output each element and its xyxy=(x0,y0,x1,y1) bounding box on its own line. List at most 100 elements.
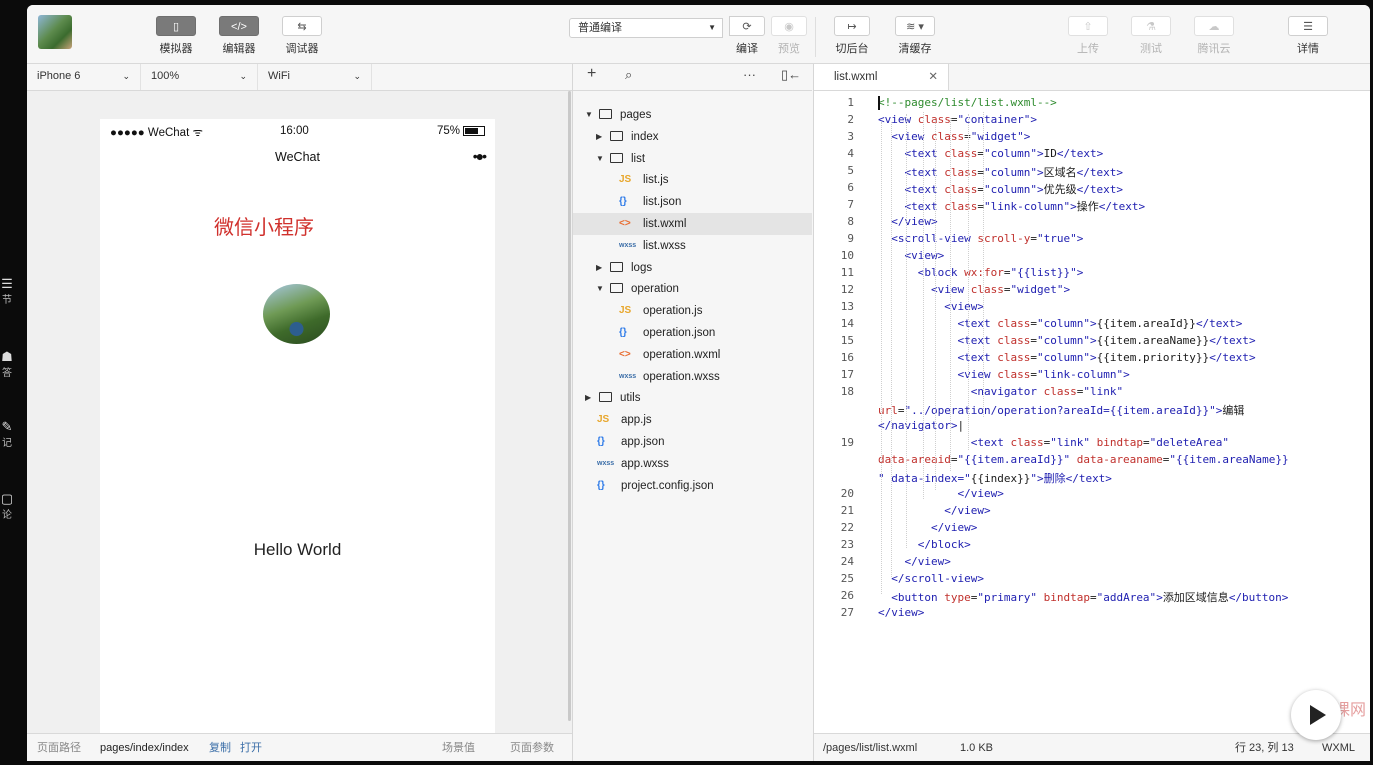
copy-path-link[interactable]: 复制 xyxy=(209,734,231,761)
open-path-link[interactable]: 打开 xyxy=(240,734,262,761)
tree-item-list-js[interactable]: JS list.js xyxy=(573,169,812,191)
tree-item-operation-wxss[interactable]: wxss operation.wxss xyxy=(573,366,812,388)
upload-button[interactable]: ⇧ 上传 xyxy=(1062,16,1114,56)
code-line[interactable]: </view> xyxy=(878,606,924,619)
tree-item-index[interactable]: ▶ index xyxy=(573,126,812,148)
debugger-toggle[interactable]: ⇆ 调试器 xyxy=(276,16,328,56)
details-button[interactable]: ☰ 详情 xyxy=(1282,16,1334,56)
chevron-down-icon[interactable]: ▼ xyxy=(596,278,604,300)
compile-mode-select[interactable]: 普通编译 ▼ xyxy=(569,18,723,38)
page-params-button[interactable]: 页面参数 xyxy=(510,734,554,761)
simulator-scrollbar[interactable] xyxy=(568,91,571,721)
search-icon[interactable]: ⌕ xyxy=(625,67,632,83)
language-mode[interactable]: WXML xyxy=(1322,734,1355,761)
tree-item-logs[interactable]: ▶ logs xyxy=(573,257,812,279)
code-line[interactable]: <scroll-view scroll-y="true"> xyxy=(878,232,1083,245)
main-toolbar: ▯ 模拟器 </> 编辑器 ⇆ 调试器 普通编译 ▼ ⟳ 编译 ◉ 预览 ↦ 切… xyxy=(27,5,1370,64)
tree-item-operation-json[interactable]: {} operation.json xyxy=(573,322,812,344)
background-button[interactable]: ↦ 切后台 xyxy=(826,16,878,56)
code-line[interactable]: <navigator class="link" xyxy=(878,385,1123,398)
tree-item-list[interactable]: ▼ list xyxy=(573,148,812,170)
code-line[interactable]: <text class="column">区域名</text> xyxy=(878,164,1123,180)
details-label: 详情 xyxy=(1297,43,1319,55)
code-line[interactable]: </scroll-view> xyxy=(878,572,984,585)
chevron-right-icon[interactable]: ▶ xyxy=(596,126,602,148)
page-path-value: pages/index/index xyxy=(100,742,189,754)
code-line[interactable]: </view> xyxy=(878,555,951,568)
strip-label: 答 xyxy=(2,368,12,379)
folder-icon xyxy=(599,392,612,403)
tree-item-label: app.wxss xyxy=(621,457,669,470)
code-editor[interactable]: 1 <!--pages/list/list.wxml--> 2 <view class… xyxy=(814,91,1370,733)
clear-cache-button[interactable]: ≋ ▾ 清缓存 xyxy=(889,16,941,56)
scene-value-button[interactable]: 场景值 xyxy=(442,734,475,761)
add-icon[interactable]: + xyxy=(587,65,596,83)
strip-item-discuss[interactable]: ▢ 论 xyxy=(0,492,14,522)
code-line[interactable]: data-areaid="{{item.areaId}}" data-arean… xyxy=(878,453,1289,466)
tree-item-list-wxml[interactable]: <> list.wxml xyxy=(573,213,812,235)
code-line[interactable]: <block wx:for="{{list}}"> xyxy=(878,266,1084,279)
tree-item-operation-js[interactable]: JS operation.js xyxy=(573,300,812,322)
play-button[interactable] xyxy=(1291,690,1341,740)
close-icon[interactable]: ✕ xyxy=(928,64,938,90)
line-number: 4 xyxy=(847,147,854,160)
code-line[interactable]: </view> xyxy=(878,487,1003,500)
strip-item-chapter[interactable]: ☰ 节 xyxy=(0,277,14,307)
tree-item-operation-wxml[interactable]: <> operation.wxml xyxy=(573,344,812,366)
network-value: WiFi xyxy=(268,70,290,82)
tree-item-label: utils xyxy=(620,392,641,405)
text-cursor xyxy=(878,96,880,110)
tree-item-operation[interactable]: ▼ operation xyxy=(573,278,812,300)
code-line[interactable]: " data-index="{{index}}">删除</text> xyxy=(878,470,1112,486)
code-line[interactable]: <!--pages/list/list.wxml--> xyxy=(878,96,1057,109)
editor-toggle[interactable]: </> 编辑器 xyxy=(213,16,265,56)
preview-label: 预览 xyxy=(778,43,800,55)
code-line[interactable]: <text class="column">ID</text> xyxy=(878,147,1104,160)
json-file-icon: {} xyxy=(619,327,627,338)
tree-item-pages[interactable]: ▼ pages xyxy=(573,104,812,126)
tree-item-label: operation.wxss xyxy=(643,370,720,383)
chevron-right-icon[interactable]: ▶ xyxy=(585,387,591,409)
tree-item-app-json[interactable]: {} app.json xyxy=(573,431,812,453)
simulator-toggle[interactable]: ▯ 模拟器 xyxy=(150,16,202,56)
tree-item-app-wxss[interactable]: wxss app.wxss xyxy=(573,453,812,475)
chevron-down-icon[interactable]: ▼ xyxy=(585,104,593,126)
code-line[interactable]: <text class="link-column">操作</text> xyxy=(878,198,1146,214)
tree-item-utils[interactable]: ▶ utils xyxy=(573,387,812,409)
tree-item-project-config-json[interactable]: {} project.config.json xyxy=(573,475,812,497)
collapse-panel-icon[interactable]: ▯← xyxy=(781,67,801,83)
tree-item-app-js[interactable]: JS app.js xyxy=(573,409,812,431)
device-select[interactable]: iPhone 6 ⌄ xyxy=(27,64,141,90)
user-avatar[interactable] xyxy=(38,15,72,49)
test-button[interactable]: ⚗ 测试 xyxy=(1125,16,1177,56)
more-icon[interactable]: ··· xyxy=(743,67,756,82)
zoom-select[interactable]: 100% ⌄ xyxy=(141,64,258,90)
strip-item-notes[interactable]: ✎ 记 xyxy=(0,420,14,450)
menu-icon: ☰ xyxy=(1288,16,1328,36)
tree-item-list-json[interactable]: {} list.json xyxy=(573,191,812,213)
code-line[interactable]: <view class="widget"> xyxy=(878,130,1030,143)
code-line[interactable]: url="../operation/operation?areaId={{ite… xyxy=(878,402,1244,418)
code-line[interactable]: <text class="column">{{item.areaId}}</te… xyxy=(878,317,1242,330)
code-line[interactable]: <view class="container"> xyxy=(878,113,1037,126)
tab-list-wxml[interactable]: list.wxml ✕ xyxy=(814,64,949,90)
indent-guide xyxy=(983,112,985,417)
tencent-cloud-button[interactable]: ☁ 腾讯云 xyxy=(1188,16,1240,56)
strip-item-qa[interactable]: ☗ 答 xyxy=(0,349,14,380)
line-number: 23 xyxy=(840,538,854,551)
code-line[interactable]: <view class="link-column"> xyxy=(878,368,1129,381)
chevron-right-icon[interactable]: ▶ xyxy=(596,257,602,279)
tree-item-list-wxss[interactable]: wxss list.wxss xyxy=(573,235,812,257)
indent-guide xyxy=(891,122,893,577)
more-dots-icon[interactable]: •●• xyxy=(473,148,487,164)
chevron-down-icon[interactable]: ▼ xyxy=(596,148,604,170)
preview-button[interactable]: ◉ 预览 xyxy=(763,16,815,56)
tree-item-label: app.js xyxy=(621,414,652,427)
qa-icon: ☗ xyxy=(1,349,13,364)
code-line[interactable]: <button type="primary" bindtap="addArea"… xyxy=(878,589,1288,605)
code-line[interactable]: </view> xyxy=(878,504,990,517)
code-line[interactable]: <text class="link" bindtap="deleteArea" xyxy=(878,436,1229,449)
network-select[interactable]: WiFi ⌄ xyxy=(258,64,372,90)
code-line[interactable]: <text class="column">优先级</text> xyxy=(878,181,1123,197)
phone-screen[interactable]: ●●●●● WeChat ᯤ 16:00 75% WeChat •●• 微信小程… xyxy=(100,119,495,733)
